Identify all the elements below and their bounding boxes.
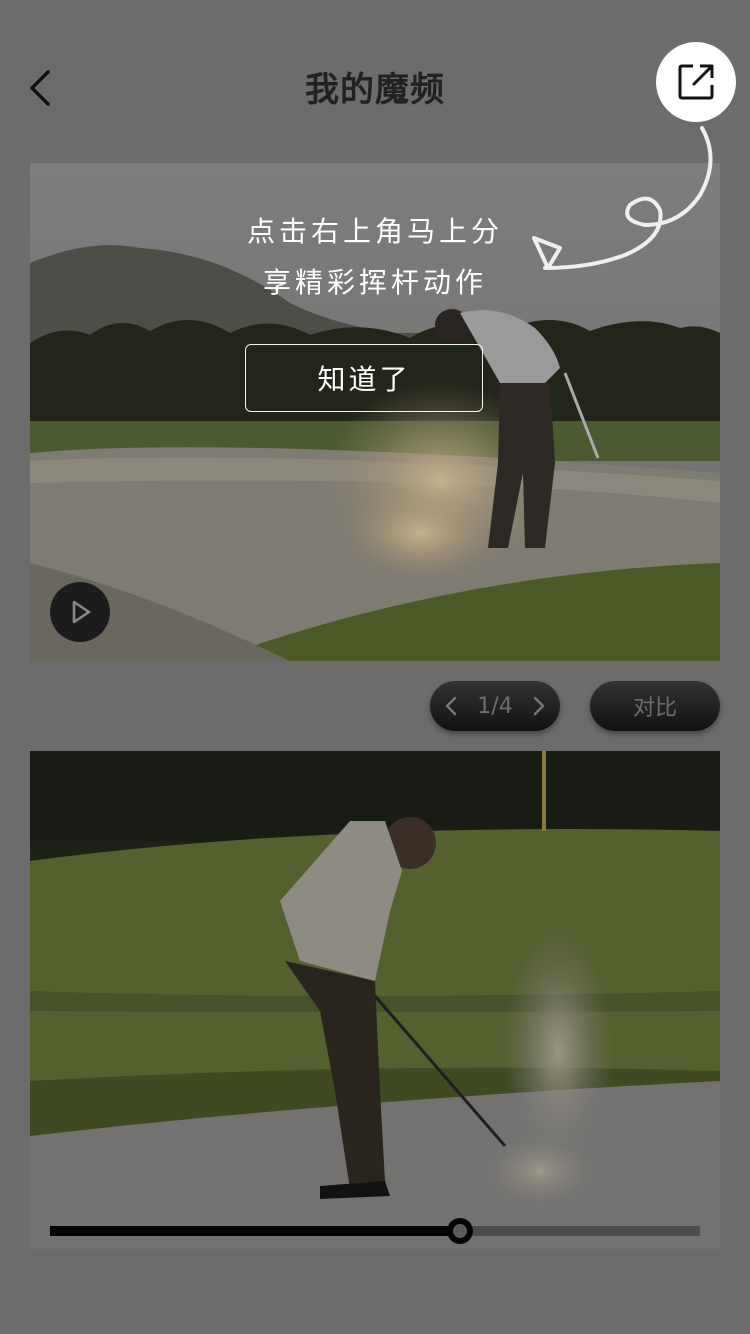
golf-bunker-shot-image-2 [30, 751, 720, 1249]
got-it-button[interactable]: 知道了 [245, 344, 483, 412]
screen: 我的魔频 点击右上角马上分 享精彩挥杆动作 知道了 1/4 对比 [0, 0, 750, 1334]
compare-button[interactable]: 对比 [590, 681, 720, 731]
progress-handle[interactable] [446, 1218, 473, 1244]
play-button[interactable] [50, 582, 110, 642]
share-button[interactable] [656, 42, 736, 122]
curly-arrow-icon [532, 126, 713, 270]
share-external-icon [678, 64, 714, 100]
progress-slider[interactable] [50, 1218, 700, 1244]
play-icon [72, 600, 91, 624]
chevron-right-icon[interactable] [532, 695, 546, 717]
progress-fill [50, 1226, 460, 1236]
clip-pager: 1/4 [430, 681, 560, 731]
video-player-bottom[interactable] [30, 751, 720, 1249]
chevron-left-icon[interactable] [444, 695, 458, 717]
page-indicator: 1/4 [477, 693, 513, 719]
page-title: 我的魔频 [305, 70, 445, 110]
